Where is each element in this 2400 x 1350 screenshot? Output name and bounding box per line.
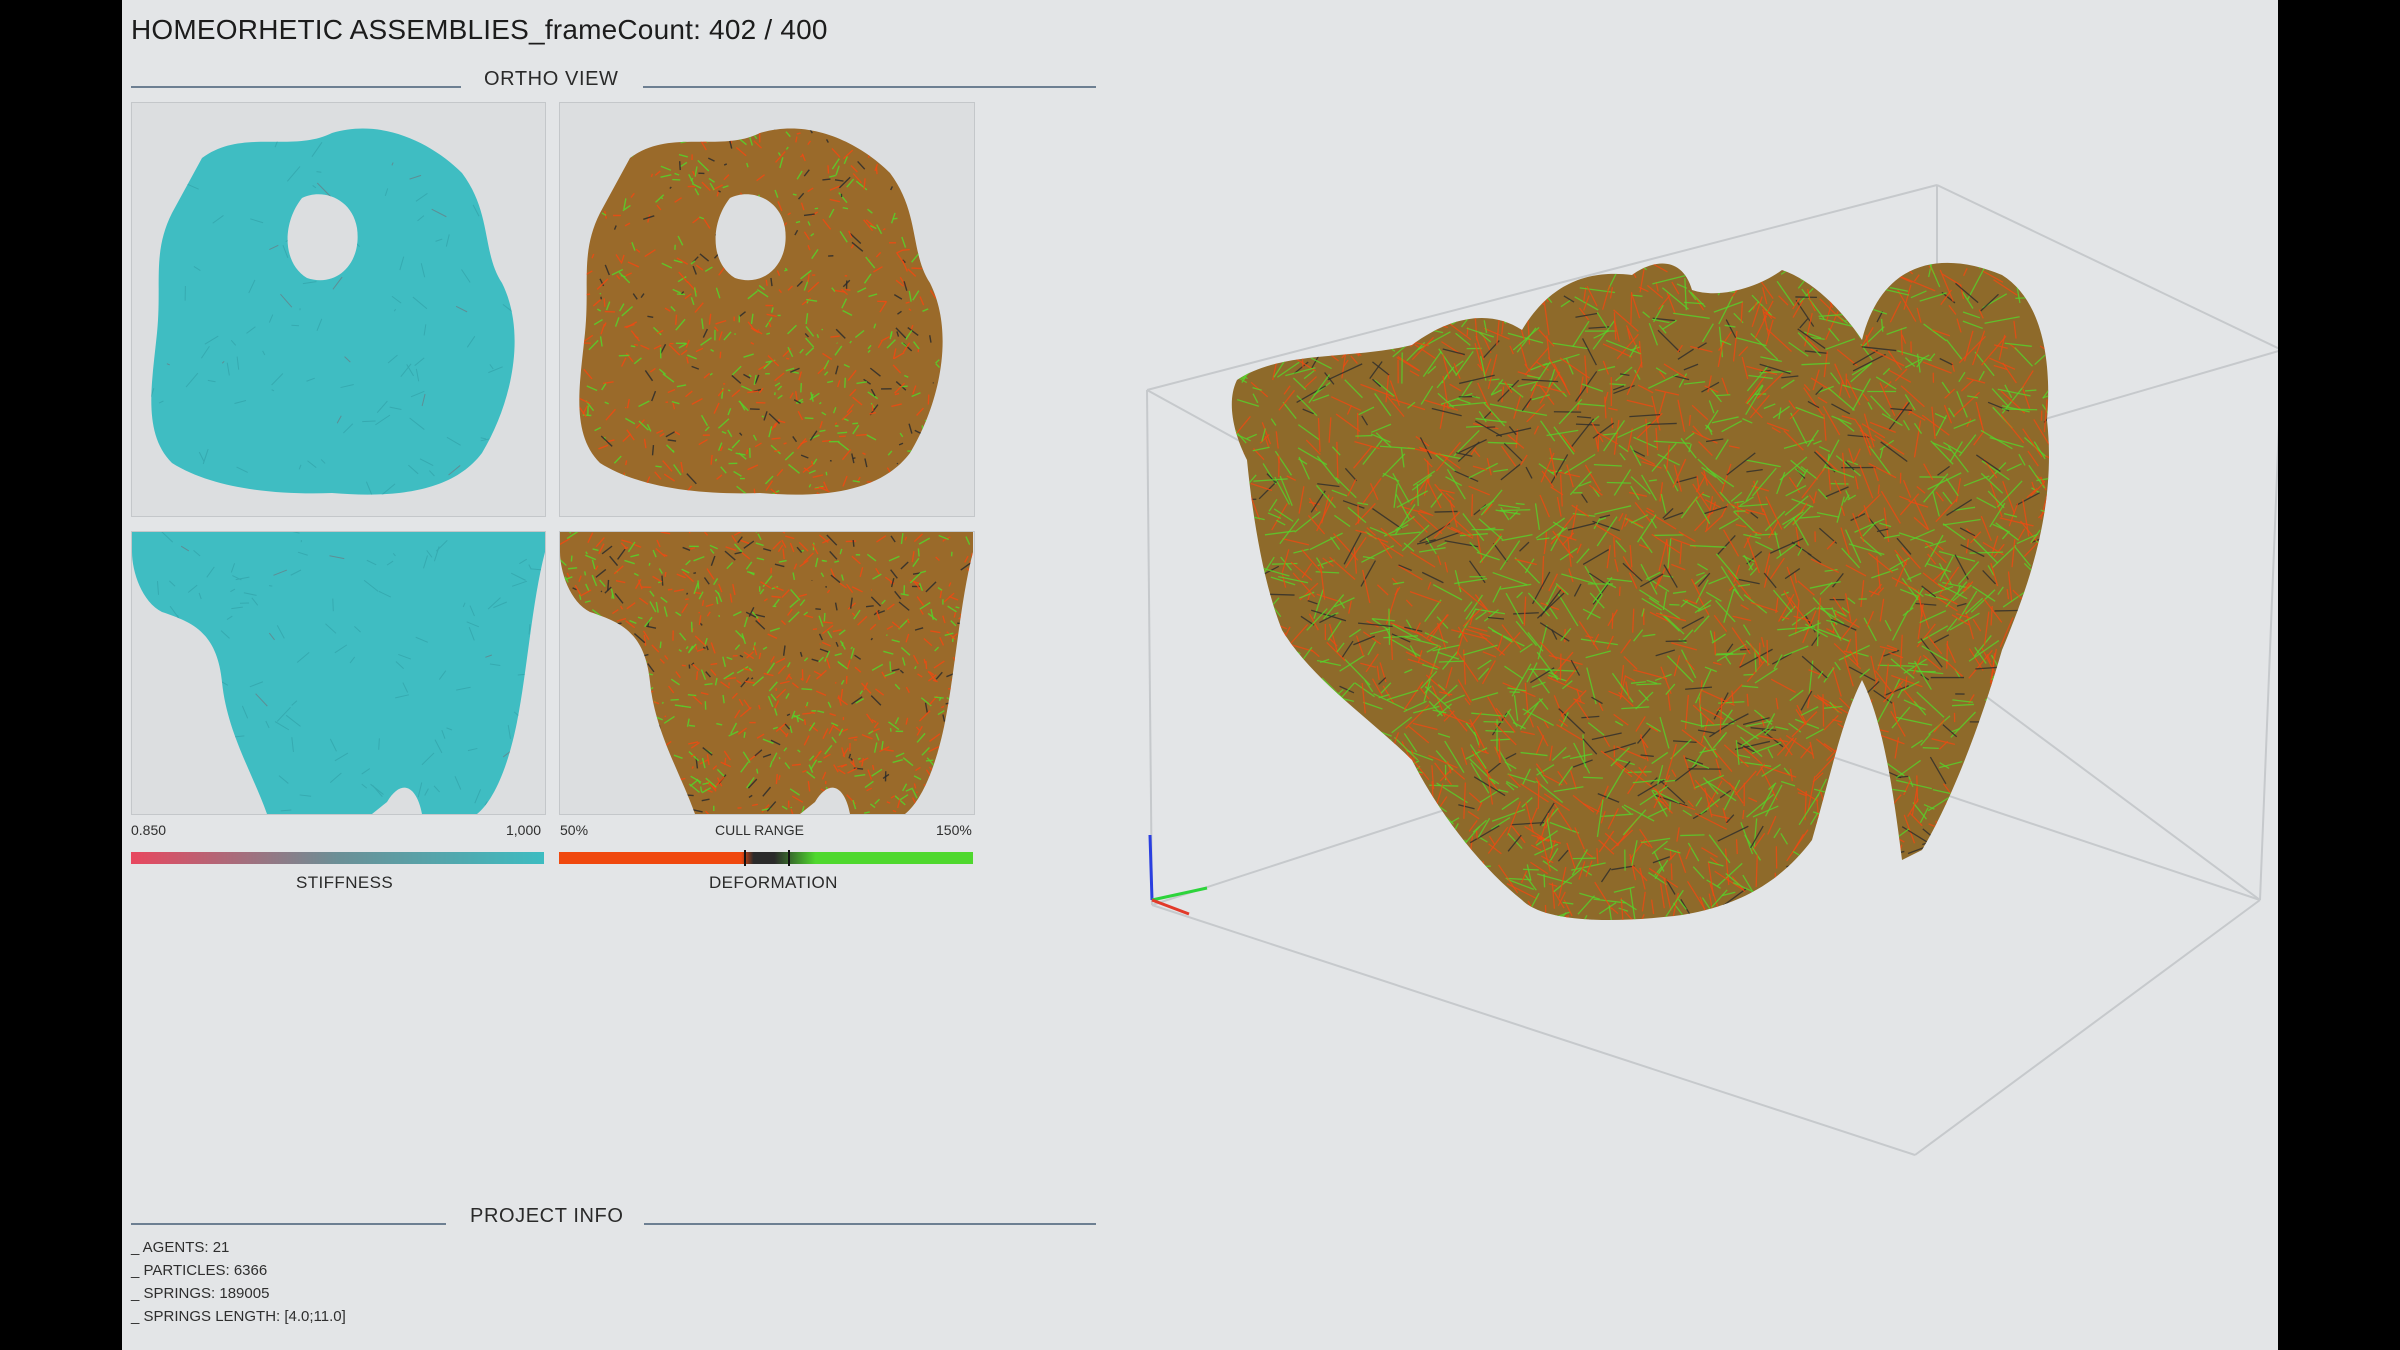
project-info-heading: PROJECT INFO: [470, 1205, 624, 1227]
deformation-min-label: 50%: [560, 822, 589, 838]
project-info-rule-left: [131, 1223, 446, 1225]
cull-range-handle[interactable]: [744, 850, 790, 866]
stiffness-label: STIFFNESS: [296, 873, 394, 892]
deformation-front-view[interactable]: [559, 531, 975, 815]
stiffness-gradient-bar: [131, 852, 544, 864]
stiffness-min-label: 0.850: [131, 822, 167, 838]
info-agents: _ AGENTS: 21: [131, 1239, 230, 1256]
window-title: HOMEORHETIC ASSEMBLIES_frameCount: 402 /…: [131, 14, 828, 45]
deformation-label: DEFORMATION: [709, 873, 838, 892]
info-springs-length: _ SPRINGS LENGTH: [4.0;11.0]: [131, 1308, 346, 1325]
project-info-rule-right: [644, 1223, 1096, 1225]
stiffness-top-view[interactable]: [131, 102, 546, 517]
ortho-view-rule-left: [131, 86, 461, 88]
ortho-view-rule-right: [643, 86, 1096, 88]
cull-range-label: CULL RANGE: [715, 822, 804, 838]
deformation-top-view[interactable]: [559, 102, 975, 517]
app-window: HOMEORHETIC ASSEMBLIES_frameCount: 402 /…: [122, 0, 2278, 1350]
info-springs: _ SPRINGS: 189005: [131, 1285, 270, 1302]
stiffness-max-label: 1,000: [506, 822, 542, 838]
3d-viewport[interactable]: [1122, 160, 2278, 1180]
stiffness-front-view[interactable]: [131, 531, 546, 815]
info-particles: _ PARTICLES: 6366: [131, 1262, 268, 1279]
ortho-view-heading: ORTHO VIEW: [484, 68, 619, 90]
deformation-max-label: 150%: [936, 822, 972, 838]
